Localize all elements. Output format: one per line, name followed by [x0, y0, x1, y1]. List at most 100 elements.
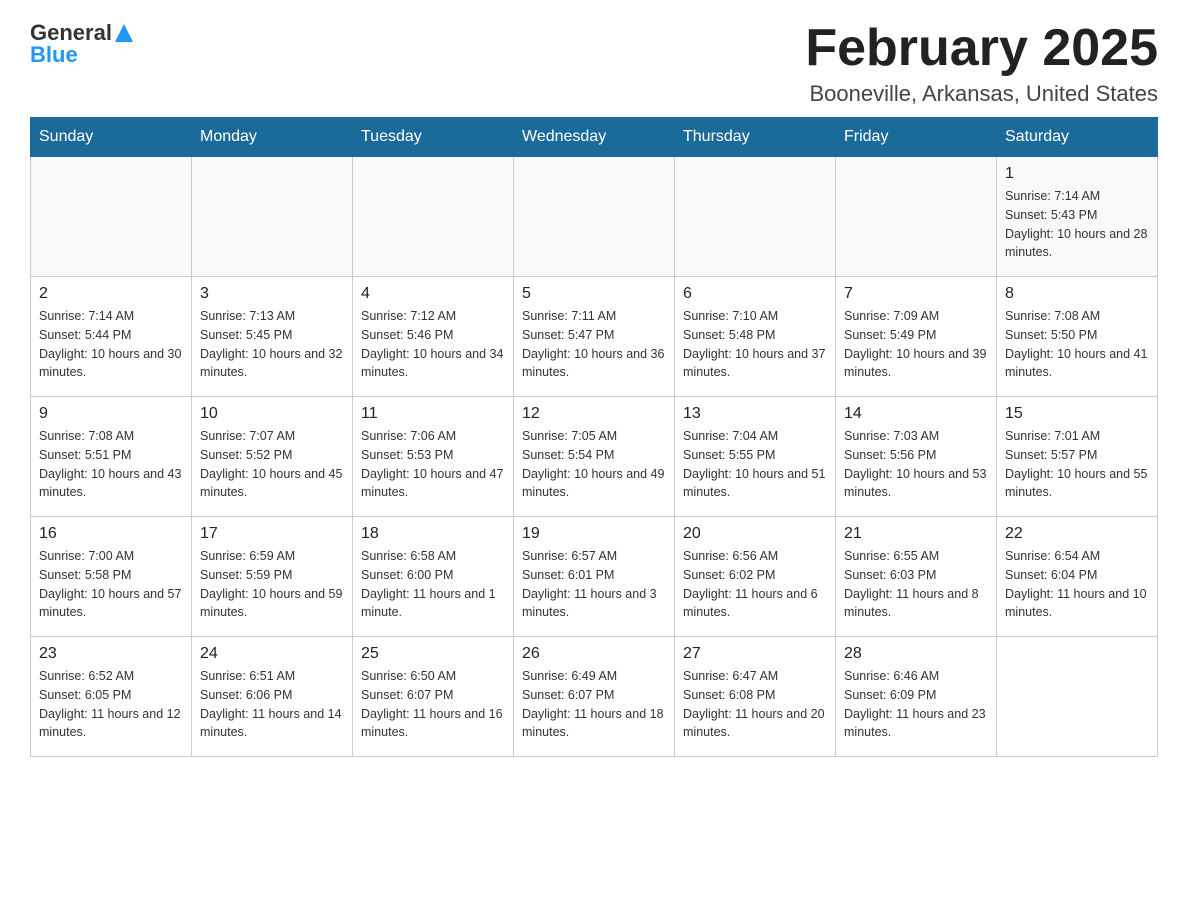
calendar-week-row: 9 Sunrise: 7:08 AMSunset: 5:51 PMDayligh…: [31, 397, 1158, 517]
day-info: Sunrise: 6:58 AMSunset: 6:00 PMDaylight:…: [361, 547, 505, 622]
calendar-day-cell: 16 Sunrise: 7:00 AMSunset: 5:58 PMDaylig…: [31, 517, 192, 637]
calendar-day-cell: 11 Sunrise: 7:06 AMSunset: 5:53 PMDaylig…: [353, 397, 514, 517]
day-info: Sunrise: 6:47 AMSunset: 6:08 PMDaylight:…: [683, 667, 827, 742]
calendar-day-cell: [675, 157, 836, 277]
calendar-day-cell: 9 Sunrise: 7:08 AMSunset: 5:51 PMDayligh…: [31, 397, 192, 517]
calendar-day-cell: 14 Sunrise: 7:03 AMSunset: 5:56 PMDaylig…: [836, 397, 997, 517]
logo-triangle-icon: [115, 24, 133, 42]
col-wednesday: Wednesday: [514, 118, 675, 157]
title-section: February 2025 Booneville, Arkansas, Unit…: [805, 20, 1158, 107]
day-info: Sunrise: 7:12 AMSunset: 5:46 PMDaylight:…: [361, 307, 505, 382]
day-info: Sunrise: 7:14 AMSunset: 5:44 PMDaylight:…: [39, 307, 183, 382]
calendar-day-cell: 4 Sunrise: 7:12 AMSunset: 5:46 PMDayligh…: [353, 277, 514, 397]
day-number: 24: [200, 645, 344, 663]
calendar-day-cell: 23 Sunrise: 6:52 AMSunset: 6:05 PMDaylig…: [31, 637, 192, 757]
col-friday: Friday: [836, 118, 997, 157]
calendar-day-cell: 26 Sunrise: 6:49 AMSunset: 6:07 PMDaylig…: [514, 637, 675, 757]
day-number: 12: [522, 405, 666, 423]
day-info: Sunrise: 6:51 AMSunset: 6:06 PMDaylight:…: [200, 667, 344, 742]
day-info: Sunrise: 7:06 AMSunset: 5:53 PMDaylight:…: [361, 427, 505, 502]
calendar-day-cell: 13 Sunrise: 7:04 AMSunset: 5:55 PMDaylig…: [675, 397, 836, 517]
day-info: Sunrise: 7:10 AMSunset: 5:48 PMDaylight:…: [683, 307, 827, 382]
calendar-week-row: 16 Sunrise: 7:00 AMSunset: 5:58 PMDaylig…: [31, 517, 1158, 637]
day-number: 22: [1005, 525, 1149, 543]
day-number: 2: [39, 285, 183, 303]
calendar-day-cell: 22 Sunrise: 6:54 AMSunset: 6:04 PMDaylig…: [997, 517, 1158, 637]
calendar-day-cell: 24 Sunrise: 6:51 AMSunset: 6:06 PMDaylig…: [192, 637, 353, 757]
calendar-day-cell: 3 Sunrise: 7:13 AMSunset: 5:45 PMDayligh…: [192, 277, 353, 397]
day-number: 17: [200, 525, 344, 543]
calendar-day-cell: 18 Sunrise: 6:58 AMSunset: 6:00 PMDaylig…: [353, 517, 514, 637]
day-number: 28: [844, 645, 988, 663]
day-number: 19: [522, 525, 666, 543]
calendar-day-cell: 25 Sunrise: 6:50 AMSunset: 6:07 PMDaylig…: [353, 637, 514, 757]
day-info: Sunrise: 7:04 AMSunset: 5:55 PMDaylight:…: [683, 427, 827, 502]
day-info: Sunrise: 6:55 AMSunset: 6:03 PMDaylight:…: [844, 547, 988, 622]
day-number: 14: [844, 405, 988, 423]
day-number: 27: [683, 645, 827, 663]
calendar-day-cell: 7 Sunrise: 7:09 AMSunset: 5:49 PMDayligh…: [836, 277, 997, 397]
calendar-day-cell: 6 Sunrise: 7:10 AMSunset: 5:48 PMDayligh…: [675, 277, 836, 397]
day-number: 18: [361, 525, 505, 543]
calendar-table: Sunday Monday Tuesday Wednesday Thursday…: [30, 117, 1158, 757]
calendar-day-cell: 21 Sunrise: 6:55 AMSunset: 6:03 PMDaylig…: [836, 517, 997, 637]
day-info: Sunrise: 7:03 AMSunset: 5:56 PMDaylight:…: [844, 427, 988, 502]
day-number: 7: [844, 285, 988, 303]
calendar-day-cell: [514, 157, 675, 277]
day-number: 15: [1005, 405, 1149, 423]
page-header: General Blue February 2025 Booneville, A…: [30, 20, 1158, 107]
calendar-week-row: 1 Sunrise: 7:14 AMSunset: 5:43 PMDayligh…: [31, 157, 1158, 277]
location-title: Booneville, Arkansas, United States: [805, 81, 1158, 107]
day-info: Sunrise: 6:57 AMSunset: 6:01 PMDaylight:…: [522, 547, 666, 622]
calendar-day-cell: 12 Sunrise: 7:05 AMSunset: 5:54 PMDaylig…: [514, 397, 675, 517]
day-info: Sunrise: 7:05 AMSunset: 5:54 PMDaylight:…: [522, 427, 666, 502]
logo: General Blue: [30, 20, 133, 68]
day-number: 4: [361, 285, 505, 303]
calendar-day-cell: 15 Sunrise: 7:01 AMSunset: 5:57 PMDaylig…: [997, 397, 1158, 517]
calendar-day-cell: 10 Sunrise: 7:07 AMSunset: 5:52 PMDaylig…: [192, 397, 353, 517]
day-info: Sunrise: 7:09 AMSunset: 5:49 PMDaylight:…: [844, 307, 988, 382]
day-number: 25: [361, 645, 505, 663]
day-info: Sunrise: 6:50 AMSunset: 6:07 PMDaylight:…: [361, 667, 505, 742]
day-info: Sunrise: 7:08 AMSunset: 5:50 PMDaylight:…: [1005, 307, 1149, 382]
logo-blue-text: Blue: [30, 42, 78, 68]
calendar-header-row: Sunday Monday Tuesday Wednesday Thursday…: [31, 118, 1158, 157]
calendar-day-cell: [192, 157, 353, 277]
col-saturday: Saturday: [997, 118, 1158, 157]
calendar-day-cell: 28 Sunrise: 6:46 AMSunset: 6:09 PMDaylig…: [836, 637, 997, 757]
day-number: 5: [522, 285, 666, 303]
day-number: 23: [39, 645, 183, 663]
day-number: 21: [844, 525, 988, 543]
calendar-day-cell: [836, 157, 997, 277]
day-info: Sunrise: 7:01 AMSunset: 5:57 PMDaylight:…: [1005, 427, 1149, 502]
day-number: 3: [200, 285, 344, 303]
day-number: 13: [683, 405, 827, 423]
day-number: 16: [39, 525, 183, 543]
calendar-day-cell: 20 Sunrise: 6:56 AMSunset: 6:02 PMDaylig…: [675, 517, 836, 637]
month-title: February 2025: [805, 20, 1158, 77]
col-thursday: Thursday: [675, 118, 836, 157]
calendar-day-cell: 5 Sunrise: 7:11 AMSunset: 5:47 PMDayligh…: [514, 277, 675, 397]
day-info: Sunrise: 7:00 AMSunset: 5:58 PMDaylight:…: [39, 547, 183, 622]
day-info: Sunrise: 6:46 AMSunset: 6:09 PMDaylight:…: [844, 667, 988, 742]
day-info: Sunrise: 7:08 AMSunset: 5:51 PMDaylight:…: [39, 427, 183, 502]
col-sunday: Sunday: [31, 118, 192, 157]
day-number: 11: [361, 405, 505, 423]
calendar-day-cell: 19 Sunrise: 6:57 AMSunset: 6:01 PMDaylig…: [514, 517, 675, 637]
calendar-day-cell: 1 Sunrise: 7:14 AMSunset: 5:43 PMDayligh…: [997, 157, 1158, 277]
day-number: 26: [522, 645, 666, 663]
day-number: 20: [683, 525, 827, 543]
day-number: 10: [200, 405, 344, 423]
day-info: Sunrise: 6:49 AMSunset: 6:07 PMDaylight:…: [522, 667, 666, 742]
day-info: Sunrise: 6:59 AMSunset: 5:59 PMDaylight:…: [200, 547, 344, 622]
col-tuesday: Tuesday: [353, 118, 514, 157]
calendar-day-cell: 27 Sunrise: 6:47 AMSunset: 6:08 PMDaylig…: [675, 637, 836, 757]
day-number: 8: [1005, 285, 1149, 303]
day-info: Sunrise: 7:14 AMSunset: 5:43 PMDaylight:…: [1005, 187, 1149, 262]
day-info: Sunrise: 6:56 AMSunset: 6:02 PMDaylight:…: [683, 547, 827, 622]
calendar-week-row: 2 Sunrise: 7:14 AMSunset: 5:44 PMDayligh…: [31, 277, 1158, 397]
day-info: Sunrise: 6:54 AMSunset: 6:04 PMDaylight:…: [1005, 547, 1149, 622]
calendar-day-cell: 8 Sunrise: 7:08 AMSunset: 5:50 PMDayligh…: [997, 277, 1158, 397]
day-info: Sunrise: 7:07 AMSunset: 5:52 PMDaylight:…: [200, 427, 344, 502]
day-info: Sunrise: 6:52 AMSunset: 6:05 PMDaylight:…: [39, 667, 183, 742]
